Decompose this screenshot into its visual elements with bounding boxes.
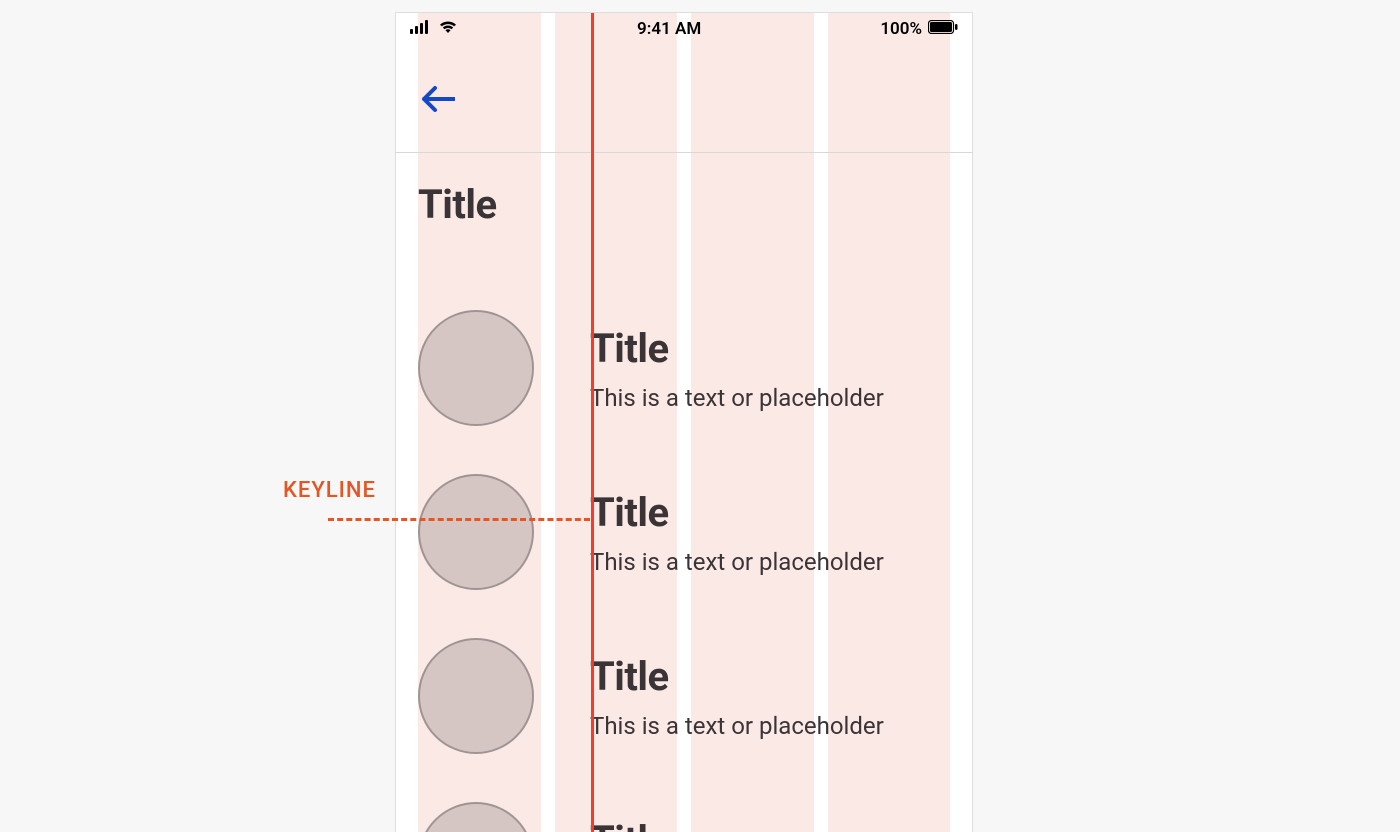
- list-item-subtitle: This is a text or placeholder: [590, 384, 950, 412]
- status-time: 9:41 AM: [458, 19, 880, 39]
- avatar: [418, 802, 534, 832]
- list-item[interactable]: Title This is a text or placeholder: [396, 450, 972, 614]
- wifi-icon: [438, 19, 458, 39]
- avatar: [418, 638, 534, 754]
- list-item[interactable]: Title This is a text or placeholder: [396, 614, 972, 778]
- status-bar: 9:41 AM 100%: [396, 13, 972, 45]
- avatar: [418, 310, 534, 426]
- list-item-title: Title: [590, 489, 950, 536]
- battery-percent: 100%: [880, 19, 922, 39]
- battery-icon: [928, 19, 958, 39]
- signal-icon: [410, 19, 432, 39]
- keyline-annotation-line: [328, 518, 590, 521]
- keyline-annotation-label: KEYLINE: [283, 478, 376, 503]
- page-title: Title: [396, 153, 972, 258]
- list-item-title: Title: [590, 325, 950, 372]
- list-item-title: Title: [590, 817, 950, 832]
- list-item-title: Title: [590, 653, 950, 700]
- list-item[interactable]: Title This is a text or placeholder: [396, 778, 972, 832]
- list-item-subtitle: This is a text or placeholder: [590, 712, 950, 740]
- list-item[interactable]: Title This is a text or placeholder: [396, 286, 972, 450]
- back-button[interactable]: [418, 79, 458, 119]
- keyline-vertical: [591, 13, 594, 832]
- nav-bar: [396, 45, 972, 153]
- avatar: [418, 474, 534, 590]
- back-arrow-icon: [421, 85, 455, 113]
- device-frame: 9:41 AM 100%: [395, 12, 973, 832]
- list-item-subtitle: This is a text or placeholder: [590, 548, 950, 576]
- list: Title This is a text or placeholder Titl…: [396, 258, 972, 832]
